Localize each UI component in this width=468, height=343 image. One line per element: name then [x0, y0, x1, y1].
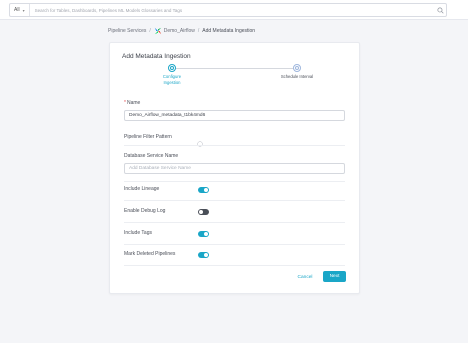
stepper-line [172, 68, 297, 69]
divider [124, 200, 345, 201]
name-input[interactable]: Demo_Airflow_metadata_t1bk4md6 [124, 110, 345, 121]
divider [124, 145, 345, 146]
search-input[interactable]: Search for Tables, Dashboards, Pipelines… [30, 8, 434, 13]
step-configure-label: Configure Ingestion [152, 74, 192, 86]
divider [124, 181, 345, 182]
divider [124, 265, 345, 266]
next-button[interactable]: Next [323, 271, 346, 282]
page-title: Add Metadata Ingestion [122, 53, 191, 60]
database-service-input[interactable]: Add Database Service Name [124, 163, 345, 174]
breadcrumb-separator: / [197, 28, 200, 34]
mark-deleted-pipelines-label: Mark Deleted Pipelines [124, 251, 176, 257]
include-lineage-toggle[interactable] [198, 187, 209, 193]
breadcrumb-current: Add Metadata Ingestion [202, 28, 256, 34]
step-schedule-interval [293, 64, 301, 72]
name-label-text: Name [126, 100, 141, 106]
divider [124, 222, 345, 223]
search-icon[interactable] [434, 4, 446, 16]
include-lineage-label: Include Lineage [124, 186, 160, 192]
name-label: *Name [124, 100, 140, 106]
enable-debug-log-toggle[interactable] [198, 209, 209, 215]
breadcrumb-service[interactable]: Demo_Airflow [164, 28, 195, 34]
airflow-logo-icon [154, 27, 162, 35]
database-service-label: Database Service Name [124, 153, 179, 159]
search-scope-dropdown[interactable]: All ▾ [10, 4, 30, 16]
step-label-line: Ingestion [163, 80, 181, 85]
top-bar: All ▾ Search for Tables, Dashboards, Pip… [0, 0, 468, 20]
include-tags-toggle[interactable] [198, 231, 209, 237]
mark-deleted-pipelines-toggle[interactable] [198, 252, 209, 258]
global-search-bar[interactable]: All ▾ Search for Tables, Dashboards, Pip… [9, 3, 447, 17]
enable-debug-log-label: Enable Debug Log [124, 208, 166, 214]
pipeline-filter-label: Pipeline Filter Pattern [124, 134, 172, 140]
step-schedule-label: Schedule Interval [272, 74, 322, 80]
required-mark: * [124, 100, 126, 106]
breadcrumb: Pipeline Services / Demo_Airflow / Add M… [108, 27, 255, 35]
breadcrumb-pipeline-services[interactable]: Pipeline Services [108, 28, 146, 34]
search-scope-label: All [14, 7, 20, 13]
breadcrumb-separator: / [149, 28, 151, 34]
cancel-button[interactable]: Cancel [293, 272, 317, 282]
step-configure-ingestion [168, 64, 176, 72]
ingestion-form-card: Add Metadata Ingestion Configure Ingesti… [109, 42, 360, 294]
chevron-down-icon: ▾ [22, 7, 25, 13]
include-tags-label: Include Tags [124, 230, 152, 236]
info-icon[interactable] [197, 134, 203, 147]
step-label-line: Schedule Interval [280, 74, 314, 79]
divider [124, 244, 345, 245]
